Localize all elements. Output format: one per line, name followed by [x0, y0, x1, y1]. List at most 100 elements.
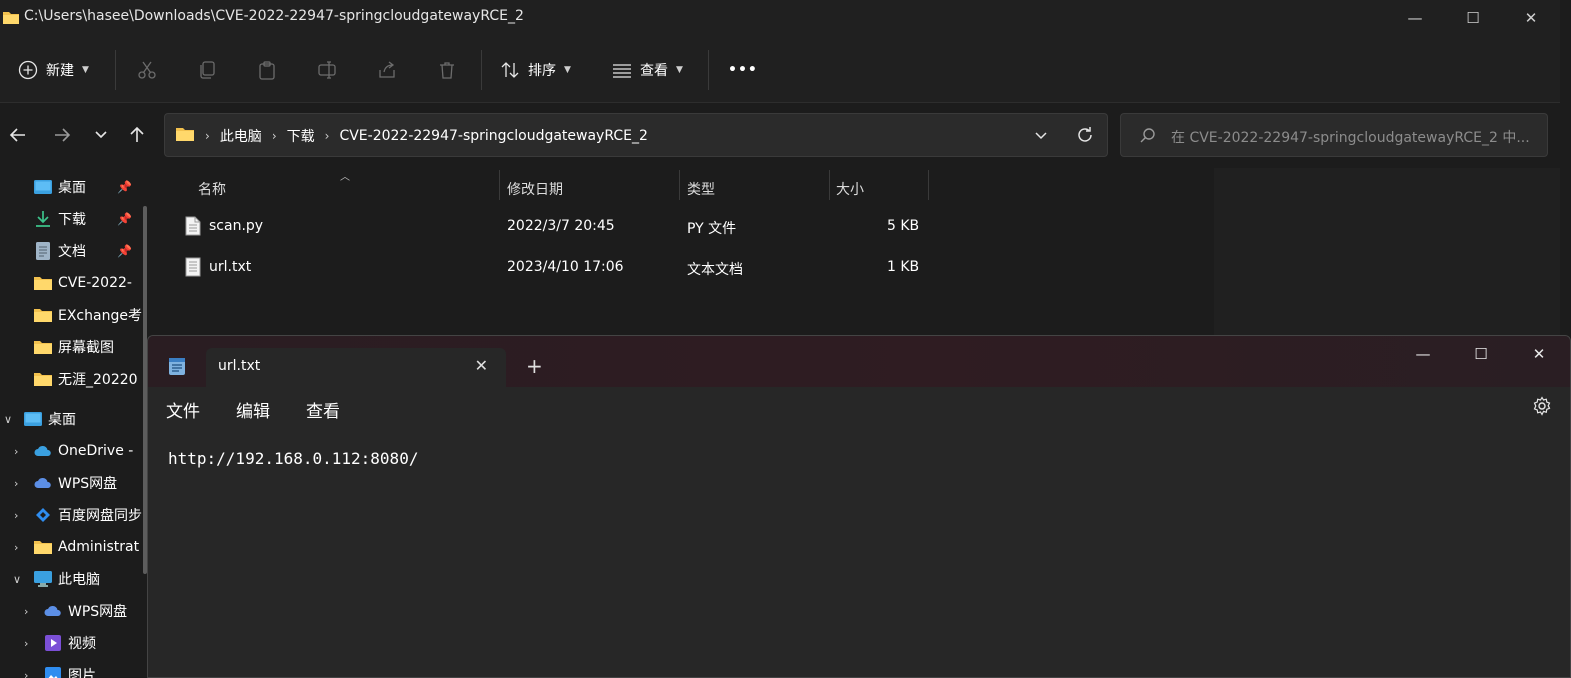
nav-item-label: WPS网盘: [68, 604, 128, 620]
tree-item-this-pc[interactable]: 此电脑: [34, 567, 100, 591]
video-icon: [44, 635, 62, 651]
folder-icon: [175, 126, 195, 146]
file-name: scan.py: [209, 218, 264, 234]
nav-item-label: 视频: [68, 636, 96, 652]
tree-item-wps-drive[interactable]: WPS网盘: [34, 471, 117, 495]
recent-locations-button[interactable]: [87, 123, 115, 151]
search-input[interactable]: 在 CVE-2022-22947-springcloudgatewayRCE_2…: [1120, 113, 1548, 157]
nav-item-documents[interactable]: 文档: [34, 239, 86, 263]
new-button[interactable]: 新建 ▼: [18, 56, 89, 84]
picture-icon: [44, 667, 62, 678]
pin-icon[interactable]: 📌: [117, 212, 132, 226]
nav-item-label: 无涯_20220: [58, 372, 138, 388]
sort-button[interactable]: 排序 ▼: [500, 56, 571, 84]
chevron-right-icon[interactable]: ›: [14, 445, 18, 458]
minimize-button[interactable]: —: [1386, 0, 1444, 36]
plus-circle-icon: [18, 60, 38, 80]
view-button[interactable]: 查看 ▼: [612, 56, 683, 84]
delete-button[interactable]: [437, 56, 457, 84]
sort-ascending-icon: ︿: [340, 172, 350, 183]
address-bar[interactable]: › 此电脑 › 下载 › CVE-2022-22947-springcloudg…: [164, 113, 1108, 157]
tree-item-pictures[interactable]: 图片: [44, 663, 96, 678]
text-file-icon: [185, 257, 201, 281]
menu-file[interactable]: 文件: [166, 397, 200, 422]
window-title: C:\Users\hasee\Downloads\CVE-2022-22947-…: [24, 8, 524, 24]
chevron-right-icon: ›: [271, 129, 277, 143]
chevron-right-icon[interactable]: ›: [14, 509, 18, 522]
nav-item-folder[interactable]: EXchange考: [34, 303, 142, 327]
column-divider[interactable]: [829, 170, 830, 200]
column-divider[interactable]: [679, 170, 680, 200]
new-tab-button[interactable]: +: [526, 354, 543, 378]
nav-item-downloads[interactable]: 下载: [34, 207, 86, 231]
menu-view[interactable]: 查看: [306, 397, 340, 422]
copy-button[interactable]: [197, 56, 217, 84]
refresh-icon[interactable]: [1075, 125, 1095, 149]
menu-edit[interactable]: 编辑: [236, 397, 270, 422]
nav-item-folder[interactable]: 无涯_20220: [34, 367, 138, 391]
column-divider[interactable]: [499, 170, 500, 200]
chevron-right-icon[interactable]: ›: [24, 605, 28, 618]
chevron-down-icon[interactable]: ∨: [4, 413, 12, 426]
pin-icon[interactable]: 📌: [117, 180, 132, 194]
column-header-name[interactable]: 名称: [198, 174, 226, 204]
file-row[interactable]: scan.py 2022/3/7 20:45 PY 文件 5 KB: [176, 209, 936, 245]
close-button[interactable]: ✕: [1510, 336, 1568, 372]
tree-item-videos[interactable]: 视频: [44, 631, 96, 655]
file-row[interactable]: url.txt 2023/4/10 17:06 文本文档 1 KB: [176, 250, 936, 286]
back-button[interactable]: [4, 123, 32, 151]
forward-button[interactable]: [48, 123, 76, 151]
close-button[interactable]: ✕: [1502, 0, 1560, 36]
tree-item-administrator[interactable]: Administrat: [34, 535, 139, 559]
chevron-right-icon: ›: [324, 129, 330, 143]
sort-icon: [500, 60, 520, 80]
minimize-button[interactable]: —: [1394, 336, 1452, 372]
folder-icon: [34, 339, 52, 355]
tree-item-desktop[interactable]: 桌面: [24, 407, 76, 431]
nav-item-desktop[interactable]: 桌面: [34, 175, 86, 199]
column-header-type[interactable]: 类型: [687, 174, 715, 204]
divider: [708, 50, 709, 90]
desktop-icon: [34, 179, 52, 195]
maximize-button[interactable]: ☐: [1444, 0, 1502, 36]
notepad-content: http://192.168.0.112:8080/: [168, 449, 419, 468]
breadcrumb-current-folder[interactable]: CVE-2022-22947-springcloudgatewayRCE_2: [339, 128, 647, 144]
notepad-text-area[interactable]: http://192.168.0.112:8080/: [148, 427, 1570, 677]
close-tab-icon[interactable]: ✕: [475, 356, 488, 375]
cut-button[interactable]: [137, 56, 157, 84]
pin-icon[interactable]: 📌: [117, 244, 132, 258]
chevron-right-icon[interactable]: ›: [14, 477, 18, 490]
paste-button[interactable]: [257, 56, 277, 84]
nav-item-folder[interactable]: CVE-2022-: [34, 271, 132, 295]
command-bar: 新建 ▼ 排序 ▼ 查看 ▼ •••: [0, 36, 1560, 103]
chevron-right-icon[interactable]: ›: [14, 541, 18, 554]
column-divider[interactable]: [928, 170, 929, 200]
more-options-button[interactable]: •••: [728, 56, 758, 84]
tree-item-wps-drive-pc[interactable]: WPS网盘: [44, 599, 127, 623]
rename-button[interactable]: [317, 56, 337, 84]
breadcrumb-downloads[interactable]: 下载: [287, 126, 315, 146]
nav-item-folder[interactable]: 屏幕截图: [34, 335, 114, 359]
nav-item-label: Administrat: [58, 539, 140, 555]
chevron-down-icon[interactable]: ∨: [13, 573, 21, 586]
maximize-button[interactable]: ☐: [1452, 336, 1510, 372]
tree-item-baidu-sync[interactable]: 百度网盘同步: [34, 503, 142, 527]
breadcrumb-this-pc[interactable]: 此电脑: [220, 126, 262, 146]
folder-icon: [34, 275, 52, 291]
chevron-right-icon[interactable]: ›: [24, 669, 28, 678]
address-dropdown-button[interactable]: [1033, 127, 1049, 147]
chevron-right-icon[interactable]: ›: [24, 637, 28, 650]
up-button[interactable]: [123, 123, 151, 151]
share-button[interactable]: [377, 56, 397, 84]
desktop-icon: [24, 411, 42, 427]
tree-item-onedrive[interactable]: OneDrive -: [34, 439, 133, 463]
cloud-icon: [34, 475, 52, 491]
sort-label: 排序: [528, 63, 556, 79]
gear-icon[interactable]: [1532, 396, 1552, 420]
arrow-left-icon: [9, 126, 27, 148]
column-header-modified[interactable]: 修改日期: [507, 174, 563, 204]
tab-url-txt[interactable]: url.txt ✕: [206, 348, 506, 387]
document-icon: [34, 242, 52, 260]
file-name: url.txt: [209, 259, 252, 275]
column-header-size[interactable]: 大小: [836, 174, 864, 204]
